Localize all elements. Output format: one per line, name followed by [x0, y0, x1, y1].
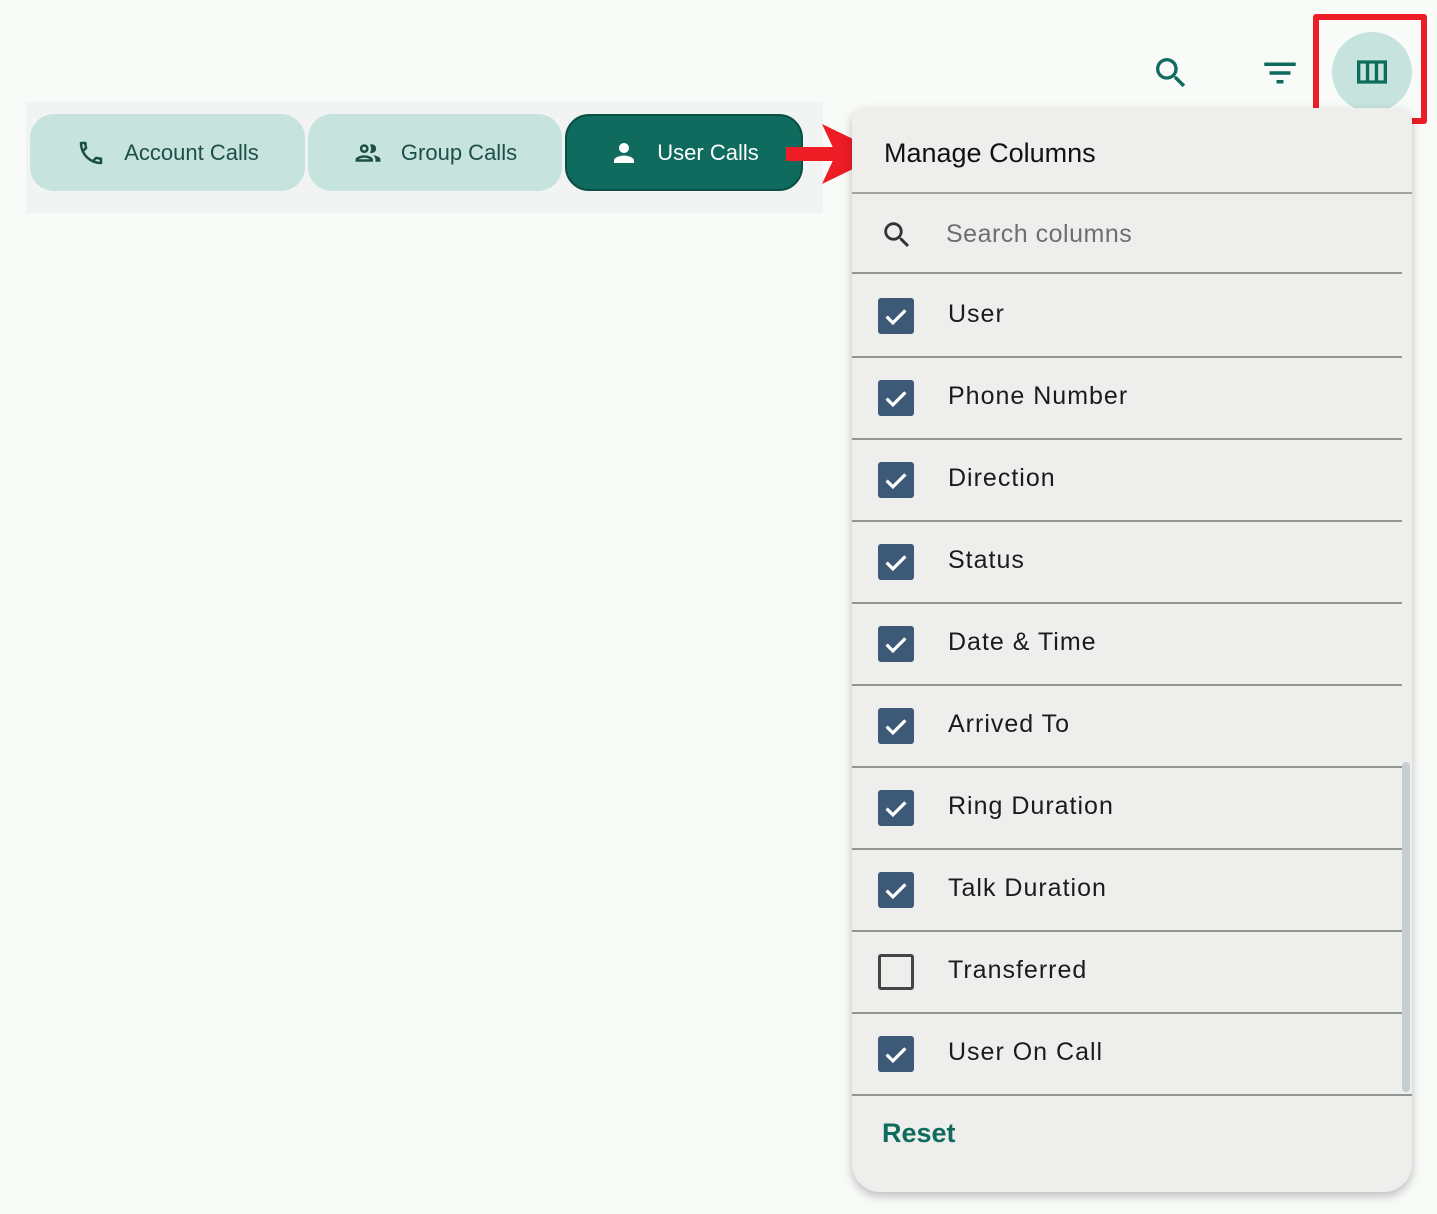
checkbox[interactable]: [878, 626, 914, 662]
column-option[interactable]: Ring Duration: [852, 768, 1402, 850]
view-columns-icon: [1357, 60, 1387, 84]
checkbox[interactable]: [878, 298, 914, 334]
column-option-label: Talk Duration: [948, 874, 1107, 902]
checkbox[interactable]: [878, 954, 914, 990]
checkbox[interactable]: [878, 1036, 914, 1072]
column-search: [852, 194, 1402, 274]
person-icon: [609, 138, 639, 168]
checkbox[interactable]: [878, 708, 914, 744]
panel-title: Manage Columns: [884, 138, 1096, 168]
divider: [852, 1094, 1412, 1096]
column-option-label: Date & Time: [948, 628, 1097, 656]
column-option[interactable]: Phone Number: [852, 358, 1402, 440]
tab-label: Account Calls: [124, 139, 259, 165]
search-columns-input[interactable]: [944, 212, 1368, 256]
column-option-label: User: [948, 300, 1005, 328]
scrollbar[interactable]: [1402, 762, 1410, 1092]
column-option-label: Ring Duration: [948, 792, 1114, 820]
checkmark-icon: [885, 637, 907, 654]
checkbox[interactable]: [878, 790, 914, 826]
search-icon: [1156, 58, 1186, 88]
column-option-label: User On Call: [948, 1038, 1104, 1066]
column-option[interactable]: Talk Duration: [852, 850, 1402, 932]
tab-user-calls[interactable]: User Calls: [565, 114, 803, 191]
column-option-label: Phone Number: [948, 382, 1129, 410]
checkmark-icon: [885, 555, 907, 572]
checkmark-icon: [885, 719, 907, 736]
column-option[interactable]: Date & Time: [852, 604, 1402, 686]
column-list: User Phone Number Direction Status Date & Ti…: [852, 276, 1402, 1096]
tab-group-calls[interactable]: Group Calls: [308, 114, 562, 191]
column-option-label: Arrived To: [948, 710, 1071, 738]
checkmark-icon: [885, 309, 907, 326]
column-option-label: Status: [948, 546, 1025, 574]
tab-account-calls[interactable]: Account Calls: [30, 114, 305, 191]
search-icon: [880, 218, 914, 257]
column-option[interactable]: User On Call: [852, 1014, 1402, 1096]
group-icon: [353, 138, 383, 168]
column-option-label: Transferred: [948, 956, 1088, 984]
column-option-label: Direction: [948, 464, 1056, 492]
manage-columns-panel: Manage Columns User Phone Number Direction…: [852, 108, 1412, 1192]
column-option[interactable]: Arrived To: [852, 686, 1402, 768]
filter-button[interactable]: [1255, 48, 1305, 98]
checkmark-icon: [885, 473, 907, 490]
checkbox[interactable]: [878, 462, 914, 498]
column-option[interactable]: Direction: [852, 440, 1402, 522]
manage-columns-button[interactable]: [1332, 32, 1412, 112]
reset-button[interactable]: Reset: [882, 1118, 956, 1149]
tab-label: User Calls: [657, 139, 759, 165]
column-option[interactable]: Status: [852, 522, 1402, 604]
checkmark-icon: [885, 391, 907, 408]
phone-icon: [76, 138, 106, 168]
search-button[interactable]: [1146, 48, 1196, 98]
checkbox[interactable]: [878, 872, 914, 908]
checkmark-icon: [885, 883, 907, 900]
checkmark-icon: [885, 1047, 907, 1064]
call-type-tabs: Account Calls Group Calls User Calls: [26, 102, 823, 213]
checkmark-icon: [885, 801, 907, 818]
column-option[interactable]: Transferred: [852, 932, 1402, 1014]
checkbox[interactable]: [878, 380, 914, 416]
checkbox[interactable]: [878, 544, 914, 580]
column-option[interactable]: User: [852, 276, 1402, 358]
filter-icon: [1264, 62, 1296, 84]
tab-label: Group Calls: [400, 139, 518, 165]
